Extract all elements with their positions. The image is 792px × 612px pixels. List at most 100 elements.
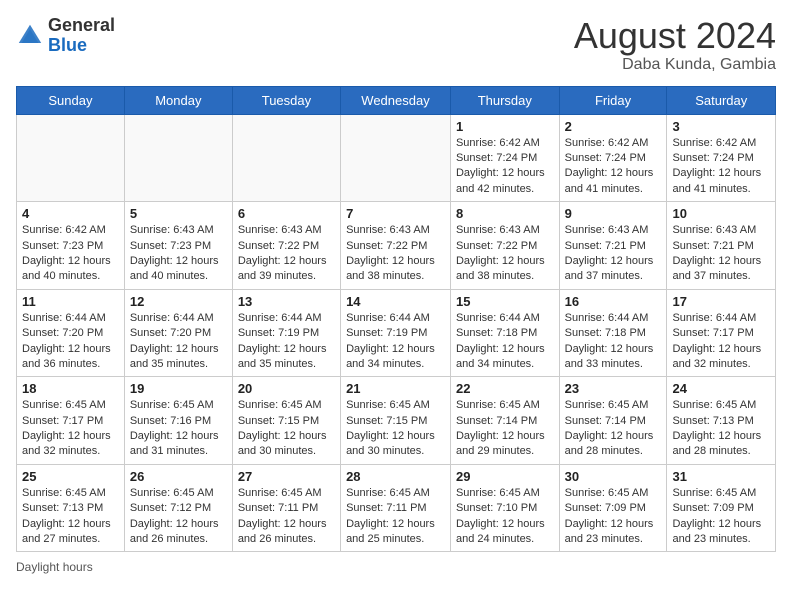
calendar-cell: 20 Sunrise: 6:45 AM Sunset: 7:15 PM Dayli… xyxy=(232,377,340,465)
day-info: Sunrise: 6:43 AM Sunset: 7:22 PM Dayligh… xyxy=(346,223,445,285)
calendar-cell: 13 Sunrise: 6:44 AM Sunset: 7:19 PM Dayli… xyxy=(232,289,340,377)
day-number: 23 xyxy=(565,381,662,396)
calendar-cell xyxy=(17,114,125,202)
day-info: Sunrise: 6:44 AM Sunset: 7:17 PM Dayligh… xyxy=(672,311,770,373)
day-info: Sunrise: 6:42 AM Sunset: 7:23 PM Dayligh… xyxy=(22,223,119,285)
day-header-monday: Monday xyxy=(124,86,232,114)
day-number: 29 xyxy=(456,469,554,484)
calendar-cell: 12Sunrise: 6:44 AM Sunset: 7:20 PM Dayli… xyxy=(124,289,232,377)
logo-text: General Blue xyxy=(48,16,115,56)
calendar-cell: 11 Sunrise: 6:44 AM Sunset: 7:20 PM Dayli… xyxy=(17,289,125,377)
day-number: 11 xyxy=(22,294,119,309)
day-number: 8 xyxy=(456,206,554,221)
day-number: 28 xyxy=(346,469,445,484)
day-info: Sunrise: 6:42 AM Sunset: 7:24 PM Dayligh… xyxy=(565,136,662,198)
calendar-cell: 17 Sunrise: 6:44 AM Sunset: 7:17 PM Dayli… xyxy=(667,289,776,377)
calendar-header-row: SundayMondayTuesdayWednesdayThursdayFrid… xyxy=(17,86,776,114)
day-info: Sunrise: 6:44 AM Sunset: 7:19 PM Dayligh… xyxy=(238,311,335,373)
location-subtitle: Daba Kunda, Gambia xyxy=(574,56,776,74)
calendar-cell: 15 Sunrise: 6:44 AM Sunset: 7:18 PM Dayli… xyxy=(450,289,559,377)
day-info: Sunrise: 6:45 AM Sunset: 7:15 PM Dayligh… xyxy=(238,398,335,460)
calendar-cell: 24Sunrise: 6:45 AM Sunset: 7:13 PM Dayli… xyxy=(667,377,776,465)
day-number: 21 xyxy=(346,381,445,396)
day-info: Sunrise: 6:45 AM Sunset: 7:12 PM Dayligh… xyxy=(130,486,227,548)
calendar-cell: 22Sunrise: 6:45 AM Sunset: 7:14 PM Dayli… xyxy=(450,377,559,465)
day-number: 2 xyxy=(565,119,662,134)
day-number: 17 xyxy=(672,294,770,309)
day-number: 27 xyxy=(238,469,335,484)
calendar-cell: 1 Sunrise: 6:42 AM Sunset: 7:24 PM Daylig… xyxy=(450,114,559,202)
calendar-cell: 28 Sunrise: 6:45 AM Sunset: 7:11 PM Dayli… xyxy=(341,464,451,552)
calendar-cell xyxy=(124,114,232,202)
day-info: Sunrise: 6:44 AM Sunset: 7:19 PM Dayligh… xyxy=(346,311,445,373)
footer-note: Daylight hours xyxy=(16,560,776,574)
calendar-table: SundayMondayTuesdayWednesdayThursdayFrid… xyxy=(16,86,776,553)
calendar-cell: 3Sunrise: 6:42 AM Sunset: 7:24 PM Daylig… xyxy=(667,114,776,202)
calendar-cell: 30 Sunrise: 6:45 AM Sunset: 7:09 PM Dayli… xyxy=(559,464,667,552)
day-info: Sunrise: 6:43 AM Sunset: 7:22 PM Dayligh… xyxy=(238,223,335,285)
logo-blue-text: Blue xyxy=(48,36,115,56)
calendar-cell: 18 Sunrise: 6:45 AM Sunset: 7:17 PM Dayli… xyxy=(17,377,125,465)
day-info: Sunrise: 6:45 AM Sunset: 7:13 PM Dayligh… xyxy=(22,486,119,548)
day-number: 20 xyxy=(238,381,335,396)
calendar-week-row: 1 Sunrise: 6:42 AM Sunset: 7:24 PM Daylig… xyxy=(17,114,776,202)
day-info: Sunrise: 6:45 AM Sunset: 7:14 PM Dayligh… xyxy=(456,398,554,460)
day-info: Sunrise: 6:42 AM Sunset: 7:24 PM Dayligh… xyxy=(456,136,554,198)
day-info: Sunrise: 6:45 AM Sunset: 7:11 PM Dayligh… xyxy=(238,486,335,548)
day-header-tuesday: Tuesday xyxy=(232,86,340,114)
day-info: Sunrise: 6:45 AM Sunset: 7:17 PM Dayligh… xyxy=(22,398,119,460)
calendar-cell: 14Sunrise: 6:44 AM Sunset: 7:19 PM Dayli… xyxy=(341,289,451,377)
calendar-cell: 10 Sunrise: 6:43 AM Sunset: 7:21 PM Dayli… xyxy=(667,202,776,290)
calendar-cell: 21Sunrise: 6:45 AM Sunset: 7:15 PM Dayli… xyxy=(341,377,451,465)
day-info: Sunrise: 6:43 AM Sunset: 7:21 PM Dayligh… xyxy=(565,223,662,285)
calendar-week-row: 4 Sunrise: 6:42 AM Sunset: 7:23 PM Daylig… xyxy=(17,202,776,290)
day-number: 6 xyxy=(238,206,335,221)
day-info: Sunrise: 6:43 AM Sunset: 7:21 PM Dayligh… xyxy=(672,223,770,285)
day-number: 4 xyxy=(22,206,119,221)
calendar-cell: 31 Sunrise: 6:45 AM Sunset: 7:09 PM Dayli… xyxy=(667,464,776,552)
day-header-saturday: Saturday xyxy=(667,86,776,114)
day-info: Sunrise: 6:45 AM Sunset: 7:11 PM Dayligh… xyxy=(346,486,445,548)
calendar-cell: 7 Sunrise: 6:43 AM Sunset: 7:22 PM Daylig… xyxy=(341,202,451,290)
day-number: 15 xyxy=(456,294,554,309)
day-number: 30 xyxy=(565,469,662,484)
logo-general-text: General xyxy=(48,16,115,36)
day-info: Sunrise: 6:45 AM Sunset: 7:14 PM Dayligh… xyxy=(565,398,662,460)
day-info: Sunrise: 6:45 AM Sunset: 7:13 PM Dayligh… xyxy=(672,398,770,460)
day-info: Sunrise: 6:42 AM Sunset: 7:24 PM Dayligh… xyxy=(672,136,770,198)
calendar-week-row: 18 Sunrise: 6:45 AM Sunset: 7:17 PM Dayli… xyxy=(17,377,776,465)
day-number: 31 xyxy=(672,469,770,484)
day-number: 18 xyxy=(22,381,119,396)
day-header-sunday: Sunday xyxy=(17,86,125,114)
day-info: Sunrise: 6:43 AM Sunset: 7:23 PM Dayligh… xyxy=(130,223,227,285)
day-info: Sunrise: 6:45 AM Sunset: 7:09 PM Dayligh… xyxy=(565,486,662,548)
calendar-cell: 8 Sunrise: 6:43 AM Sunset: 7:22 PM Daylig… xyxy=(450,202,559,290)
day-number: 25 xyxy=(22,469,119,484)
calendar-cell: 6 Sunrise: 6:43 AM Sunset: 7:22 PM Daylig… xyxy=(232,202,340,290)
day-number: 5 xyxy=(130,206,227,221)
day-info: Sunrise: 6:45 AM Sunset: 7:09 PM Dayligh… xyxy=(672,486,770,548)
calendar-cell: 25 Sunrise: 6:45 AM Sunset: 7:13 PM Dayli… xyxy=(17,464,125,552)
day-info: Sunrise: 6:44 AM Sunset: 7:20 PM Dayligh… xyxy=(130,311,227,373)
day-number: 7 xyxy=(346,206,445,221)
day-number: 26 xyxy=(130,469,227,484)
calendar-cell: 5 Sunrise: 6:43 AM Sunset: 7:23 PM Daylig… xyxy=(124,202,232,290)
day-info: Sunrise: 6:43 AM Sunset: 7:22 PM Dayligh… xyxy=(456,223,554,285)
calendar-week-row: 25 Sunrise: 6:45 AM Sunset: 7:13 PM Dayli… xyxy=(17,464,776,552)
calendar-cell: 4 Sunrise: 6:42 AM Sunset: 7:23 PM Daylig… xyxy=(17,202,125,290)
logo: General Blue xyxy=(16,16,115,56)
calendar-cell xyxy=(232,114,340,202)
calendar-cell xyxy=(341,114,451,202)
day-number: 10 xyxy=(672,206,770,221)
day-info: Sunrise: 6:45 AM Sunset: 7:16 PM Dayligh… xyxy=(130,398,227,460)
logo-icon xyxy=(16,22,44,50)
calendar-week-row: 11 Sunrise: 6:44 AM Sunset: 7:20 PM Dayli… xyxy=(17,289,776,377)
day-info: Sunrise: 6:44 AM Sunset: 7:18 PM Dayligh… xyxy=(456,311,554,373)
day-number: 13 xyxy=(238,294,335,309)
day-info: Sunrise: 6:44 AM Sunset: 7:18 PM Dayligh… xyxy=(565,311,662,373)
calendar-cell: 29Sunrise: 6:45 AM Sunset: 7:10 PM Dayli… xyxy=(450,464,559,552)
day-number: 19 xyxy=(130,381,227,396)
day-info: Sunrise: 6:44 AM Sunset: 7:20 PM Dayligh… xyxy=(22,311,119,373)
day-header-friday: Friday xyxy=(559,86,667,114)
day-number: 1 xyxy=(456,119,554,134)
